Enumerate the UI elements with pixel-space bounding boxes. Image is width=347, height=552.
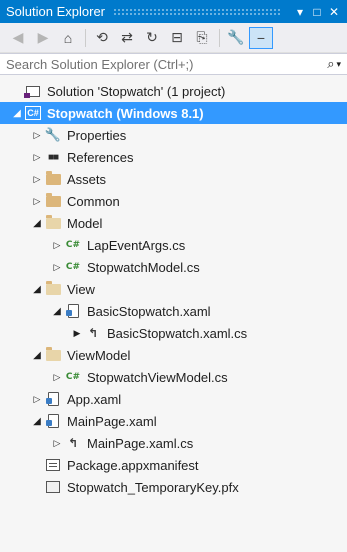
tree-item-label: LapEventArgs.cs bbox=[87, 237, 186, 253]
tree-item-label: StopwatchModel.cs bbox=[87, 259, 200, 275]
tree-item[interactable]: ▷ Assets bbox=[0, 168, 347, 190]
tree-item[interactable]: ◢ Model bbox=[0, 212, 347, 234]
folder-open-icon bbox=[44, 214, 62, 231]
folder-icon bbox=[44, 192, 62, 209]
search-options-dropdown-icon[interactable]: ▾ bbox=[336, 59, 341, 70]
folder-icon bbox=[44, 170, 62, 187]
tree-item-label: ViewModel bbox=[67, 347, 131, 363]
csharp-file-icon: C# bbox=[65, 240, 81, 250]
back-icon[interactable]: ◀ bbox=[6, 27, 30, 49]
tree-item-label: Properties bbox=[67, 127, 127, 143]
expand-arrow-icon[interactable]: ▷ bbox=[50, 240, 64, 251]
code-behind-icon: ↰ bbox=[87, 326, 99, 340]
collapse-arrow-icon[interactable]: ◢ bbox=[30, 350, 44, 361]
tree-item[interactable]: Package.appxmanifest bbox=[0, 454, 347, 476]
tree-item-label: View bbox=[67, 281, 95, 297]
tree-item-label: Assets bbox=[67, 171, 107, 187]
expand-arrow-icon[interactable]: ▷ bbox=[30, 394, 44, 405]
solution-icon bbox=[24, 83, 42, 99]
tree-item[interactable]: ◢ View bbox=[0, 278, 347, 300]
tree-item[interactable]: ◢ MainPage.xaml bbox=[0, 410, 347, 432]
tree-item[interactable]: ▷ ↰ MainPage.xaml.cs bbox=[0, 432, 347, 454]
tree-item[interactable]: ▷ C# LapEventArgs.cs bbox=[0, 234, 347, 256]
search-input[interactable] bbox=[6, 56, 328, 72]
tree-item[interactable]: ◢ ViewModel bbox=[0, 344, 347, 366]
expand-arrow-icon[interactable]: ▷ bbox=[50, 372, 64, 383]
search-icon[interactable]: ⌕ bbox=[327, 56, 334, 72]
tree-item[interactable]: ▷ 🔧 Properties bbox=[0, 124, 347, 146]
tree-item-label: BasicStopwatch.xaml.cs bbox=[107, 325, 248, 341]
csharp-file-icon: C# bbox=[65, 262, 81, 272]
tree-item[interactable]: ▷ ■■ References bbox=[0, 146, 347, 168]
solution-explorer-toolbar: ◀ ▶ ⌂ ⟲ ⇄ ↻ ⊟ ⎘ 🔧 − bbox=[0, 23, 347, 53]
tree-item[interactable]: Solution 'Stopwatch' (1 project) bbox=[0, 80, 347, 102]
window-title: Solution Explorer bbox=[6, 4, 105, 19]
collapse-all-icon[interactable]: ⊟ bbox=[165, 27, 189, 49]
collapse-arrow-icon[interactable]: ◢ bbox=[50, 306, 64, 317]
tree-item-label: Package.appxmanifest bbox=[67, 457, 199, 473]
tree-item-label: Stopwatch (Windows 8.1) bbox=[47, 105, 204, 121]
folder-open-icon bbox=[44, 346, 62, 363]
window-position-dropdown-icon[interactable]: ▾ bbox=[293, 5, 307, 19]
manifest-icon bbox=[44, 457, 62, 473]
collapse-arrow-icon[interactable]: ◢ bbox=[30, 284, 44, 295]
tree-item[interactable]: ◢ C# Stopwatch (Windows 8.1) bbox=[0, 102, 347, 124]
code-behind-icon: ↰ bbox=[67, 436, 79, 450]
tree-item-label: Solution 'Stopwatch' (1 project) bbox=[47, 83, 226, 99]
forward-icon[interactable]: ▶ bbox=[31, 27, 55, 49]
properties-wrench-icon[interactable]: 🔧 bbox=[224, 27, 248, 49]
tree-item[interactable]: ▷ App.xaml bbox=[0, 388, 347, 410]
tree-item[interactable]: ▷ C# StopwatchViewModel.cs bbox=[0, 366, 347, 388]
certificate-icon bbox=[44, 479, 62, 495]
xaml-file-icon bbox=[44, 391, 62, 407]
expand-arrow-icon[interactable]: ▶ bbox=[70, 328, 84, 339]
expand-arrow-icon[interactable]: ▷ bbox=[30, 152, 44, 163]
preview-selected-items-icon[interactable]: − bbox=[249, 26, 273, 49]
wrench-icon: 🔧 bbox=[44, 127, 62, 142]
refresh-icon[interactable]: ↻ bbox=[140, 27, 164, 49]
csharp-file-icon: C# bbox=[65, 372, 81, 382]
show-all-files-icon[interactable]: ⎘ bbox=[190, 27, 214, 49]
toolbar-separator bbox=[219, 28, 220, 47]
expand-arrow-icon[interactable]: ▷ bbox=[30, 130, 44, 141]
tree-item[interactable]: ▷ Common bbox=[0, 190, 347, 212]
expand-arrow-icon[interactable]: ▷ bbox=[50, 262, 64, 273]
pending-changes-filter-icon[interactable]: ⟲ bbox=[90, 27, 114, 49]
xaml-file-icon bbox=[44, 413, 62, 429]
references-icon: ■■ bbox=[47, 151, 59, 163]
tree-item[interactable]: ◢ BasicStopwatch.xaml bbox=[0, 300, 347, 322]
close-icon[interactable]: ✕ bbox=[327, 5, 341, 19]
xaml-file-icon bbox=[64, 303, 82, 319]
maximize-icon[interactable]: □ bbox=[310, 5, 324, 19]
expand-arrow-icon[interactable]: ▷ bbox=[30, 174, 44, 185]
collapse-arrow-icon[interactable]: ◢ bbox=[30, 416, 44, 427]
sync-with-active-document-icon[interactable]: ⇄ bbox=[115, 27, 139, 49]
expand-arrow-icon[interactable]: ▷ bbox=[30, 196, 44, 207]
tree-item[interactable]: ▶ ↰ BasicStopwatch.xaml.cs bbox=[0, 322, 347, 344]
csharp-project-icon: C# bbox=[25, 106, 41, 120]
collapse-arrow-icon[interactable]: ◢ bbox=[30, 218, 44, 229]
solution-tree: Solution 'Stopwatch' (1 project) ◢ C# Stopw… bbox=[0, 75, 347, 498]
collapse-arrow-icon[interactable]: ◢ bbox=[10, 108, 24, 119]
home-icon[interactable]: ⌂ bbox=[56, 27, 80, 49]
tree-item-label: App.xaml bbox=[67, 391, 122, 407]
drag-grip[interactable] bbox=[113, 8, 282, 15]
tree-item-label: MainPage.xaml bbox=[67, 413, 157, 429]
search-bar: ⌕ ▾ bbox=[0, 53, 347, 75]
tree-item-label: MainPage.xaml.cs bbox=[87, 435, 194, 451]
tree-item-label: Model bbox=[67, 215, 103, 231]
tree-item-label: StopwatchViewModel.cs bbox=[87, 369, 228, 385]
tree-item-label: BasicStopwatch.xaml bbox=[87, 303, 211, 319]
tree-item[interactable]: ▷ C# StopwatchModel.cs bbox=[0, 256, 347, 278]
folder-open-icon bbox=[44, 280, 62, 297]
tree-item[interactable]: Stopwatch_TemporaryKey.pfx bbox=[0, 476, 347, 498]
tree-item-label: Common bbox=[67, 193, 120, 209]
solution-explorer-titlebar: Solution Explorer ▾ □ ✕ bbox=[0, 0, 347, 23]
toolbar-separator bbox=[85, 28, 86, 47]
tree-item-label: References bbox=[67, 149, 134, 165]
tree-item-label: Stopwatch_TemporaryKey.pfx bbox=[67, 479, 239, 495]
expand-arrow-icon[interactable]: ▷ bbox=[50, 438, 64, 449]
